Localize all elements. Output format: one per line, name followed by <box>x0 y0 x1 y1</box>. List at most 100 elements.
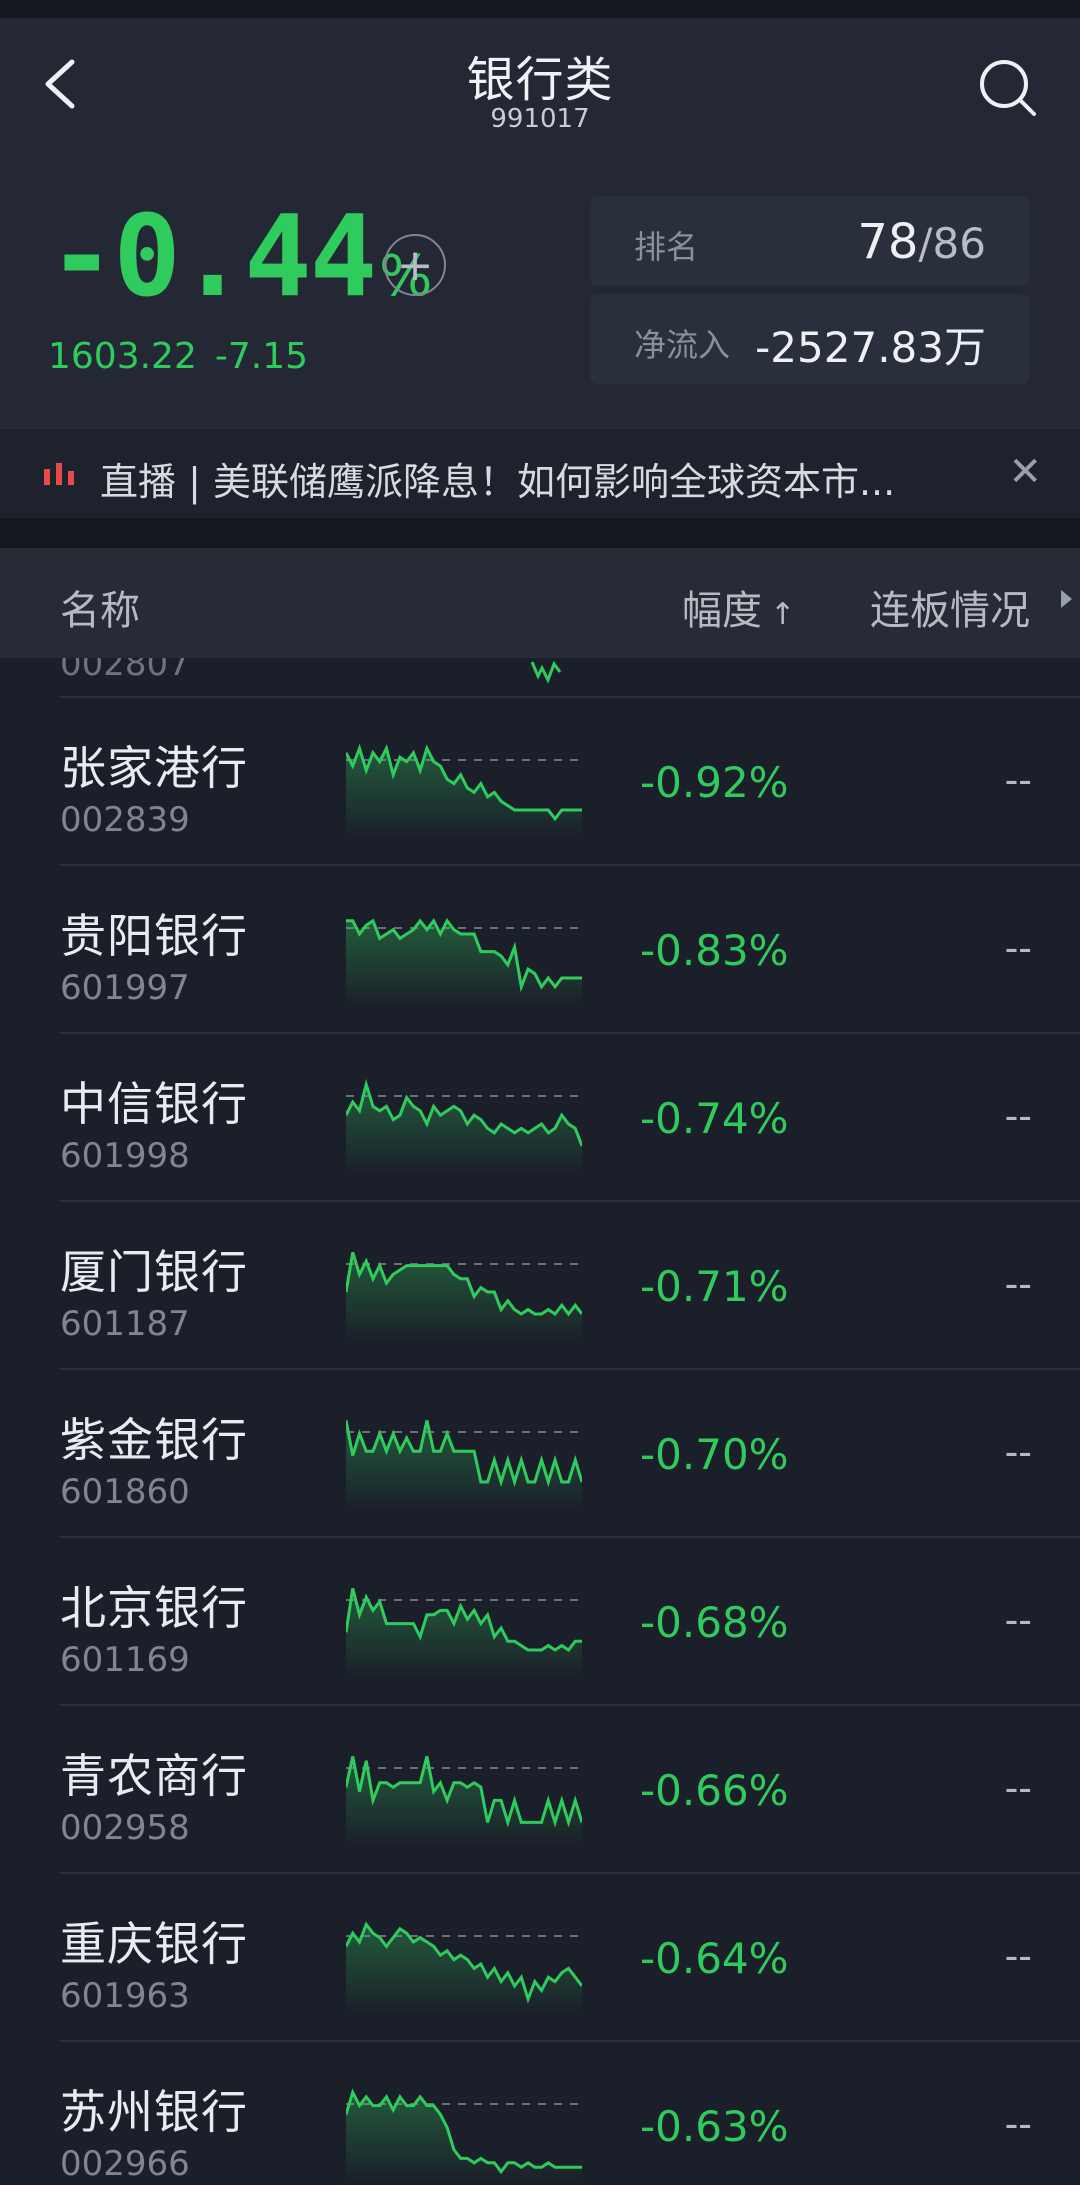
sparkline-chart <box>346 743 582 838</box>
stock-code: 601187 <box>60 1304 190 1344</box>
row-divider <box>60 864 1080 866</box>
sparkline-area <box>346 1588 582 1678</box>
stock-code: 601963 <box>60 1976 190 2016</box>
row-divider <box>60 1032 1080 1034</box>
streak-cell: -- <box>1004 1766 1032 1810</box>
sparkline-chart <box>346 918 582 1006</box>
sort-arrow-icon: ↑ <box>770 597 796 632</box>
sector-code: 991017 <box>490 104 590 134</box>
row-divider <box>60 2040 1080 2042</box>
change-percent-cell: -0.74% <box>640 1094 789 1143</box>
column-change[interactable]: 幅度 ↑ <box>682 578 795 636</box>
list-item[interactable]: 青农商行 002958 -0.66% -- <box>0 1704 1080 1872</box>
stock-name: 北京银行 <box>60 1581 248 1635</box>
stock-name: 苏州银行 <box>60 2085 248 2139</box>
streak-cell: -- <box>1004 1598 1032 1642</box>
section-divider <box>0 518 1080 548</box>
list-item[interactable]: 北京银行 601169 -0.68% -- <box>0 1536 1080 1704</box>
rank-total: /86 <box>918 219 986 268</box>
rank-label: 排名 <box>634 228 699 266</box>
stock-name: 青农商行 <box>60 1749 248 1803</box>
close-icon[interactable]: ✕ <box>1008 449 1042 495</box>
row-divider <box>60 1200 1080 1202</box>
index-price: 1603.22 <box>48 336 197 377</box>
sparkline-chart <box>346 1588 582 1678</box>
change-percent: -0.44% <box>48 192 432 322</box>
change-percent-cell: -0.63% <box>640 2102 789 2151</box>
add-watchlist-icon[interactable]: + <box>384 234 446 296</box>
live-bars-icon <box>44 463 74 485</box>
search-icon[interactable] <box>976 56 1040 120</box>
sparkline-chart <box>346 2088 582 2182</box>
sparkline-chart <box>346 1420 582 1510</box>
stock-code: 601997 <box>60 968 190 1008</box>
streak-cell: -- <box>1004 1430 1032 1474</box>
stock-name: 重庆银行 <box>60 1917 248 1971</box>
live-banner[interactable]: 直播 | 美联储鹰派降息！如何影响全球资本市... ✕ <box>0 428 1080 519</box>
list-header: 名称 幅度 ↑ 连板情况 <box>0 548 1080 658</box>
stock-name: 中信银行 <box>60 1077 248 1131</box>
stock-code: 002839 <box>60 800 190 840</box>
streak-cell: -- <box>1004 1262 1032 1306</box>
column-streak[interactable]: 连板情况 <box>870 578 1030 636</box>
sparkline-chart <box>346 1078 582 1174</box>
partial-code: 002807 <box>60 658 190 684</box>
index-change: -7.15 <box>214 336 309 377</box>
streak-cell: -- <box>1004 758 1032 802</box>
stock-code: 002958 <box>60 1808 190 1848</box>
change-percent-cell: -0.64% <box>640 1934 789 1983</box>
rank-number: 78 <box>857 214 919 270</box>
status-strip <box>0 0 1080 18</box>
change-percent-cell: -0.71% <box>640 1262 789 1311</box>
row-divider <box>60 1368 1080 1370</box>
stock-list[interactable]: 002807 张家港行 002839 -0.92% -- 贵阳银行 601997 -0.83… <box>0 658 1080 2197</box>
net-inflow-value: -2527.83万 <box>755 323 986 372</box>
stock-code: 601169 <box>60 1640 190 1680</box>
sparkline-chart <box>346 1251 582 1342</box>
stock-code: 601998 <box>60 1136 190 1176</box>
streak-cell: -- <box>1004 926 1032 970</box>
chevron-right-icon[interactable] <box>1061 590 1072 608</box>
change-percent-cell: -0.68% <box>640 1598 789 1647</box>
list-item[interactable]: 重庆银行 601963 -0.64% -- <box>0 1872 1080 2040</box>
list-item[interactable]: 厦门银行 601187 -0.71% -- <box>0 1200 1080 1368</box>
change-percent-cell: -0.83% <box>640 926 789 975</box>
stock-code: 002966 <box>60 2144 190 2184</box>
list-item[interactable]: 张家港行 002839 -0.92% -- <box>0 696 1080 864</box>
row-divider <box>60 696 1080 698</box>
rank-value: 78/86 <box>857 214 986 270</box>
sparkline-chart <box>346 1921 582 2014</box>
streak-cell: -- <box>1004 2102 1032 2146</box>
price-line: 1603.22 -7.15 <box>48 336 326 377</box>
list-item[interactable]: 中信银行 601998 -0.74% -- <box>0 1032 1080 1200</box>
rank-box: 排名 78/86 <box>590 196 1030 286</box>
stock-name: 厦门银行 <box>60 1245 248 1299</box>
header: 银行类 991017 <box>0 18 1080 148</box>
sparkline-chart <box>346 1756 582 1846</box>
change-percent-value: -0.44 <box>48 192 377 322</box>
row-divider <box>60 1704 1080 1706</box>
stock-name: 贵阳银行 <box>60 909 248 963</box>
streak-cell: -- <box>1004 1934 1032 1978</box>
column-change-label: 幅度 <box>682 588 762 634</box>
list-item-partial[interactable]: 002807 <box>0 658 1080 696</box>
list-item[interactable]: 紫金银行 601860 -0.70% -- <box>0 1368 1080 1536</box>
live-banner-text[interactable]: 直播 | 美联储鹰派降息！如何影响全球资本市... <box>100 451 970 506</box>
bottom-edge <box>0 2185 1080 2197</box>
stock-code: 601860 <box>60 1472 190 1512</box>
row-divider <box>60 1536 1080 1538</box>
list-item[interactable]: 苏州银行 002966 -0.63% -- <box>0 2040 1080 2197</box>
streak-cell: -- <box>1004 1094 1032 1138</box>
change-percent-cell: -0.70% <box>640 1430 789 1479</box>
sparkline-area <box>346 748 582 838</box>
page-title: 银行类 <box>466 52 614 108</box>
list-item[interactable]: 贵阳银行 601997 -0.83% -- <box>0 864 1080 1032</box>
net-inflow-label: 净流入 <box>634 326 731 364</box>
column-name: 名称 <box>60 588 140 634</box>
net-inflow-box: 净流入 -2527.83万 <box>590 294 1030 384</box>
partial-sparkline <box>530 660 562 684</box>
stock-name: 紫金银行 <box>60 1413 248 1467</box>
change-percent-cell: -0.92% <box>640 758 789 807</box>
row-divider <box>60 1872 1080 1874</box>
change-percent-cell: -0.66% <box>640 1766 789 1815</box>
